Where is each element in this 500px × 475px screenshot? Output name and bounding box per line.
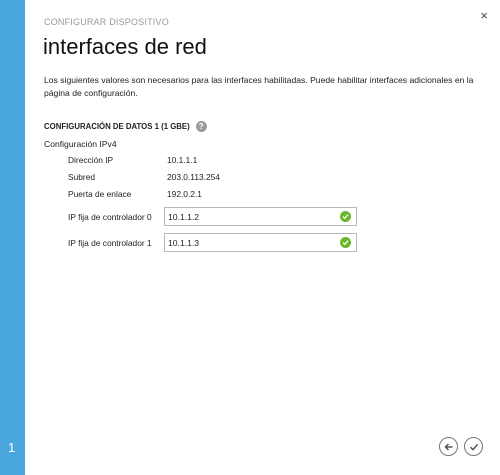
ipv4-subheading: Configuración IPv4	[44, 139, 117, 149]
ip-address-label: Dirección IP	[68, 155, 114, 165]
arrow-left-icon	[443, 442, 452, 451]
checkmark-icon	[469, 443, 478, 451]
gateway-label: Puerta de enlace	[68, 189, 132, 199]
subnet-row: Subred 203.0.113.254	[68, 170, 220, 184]
ip-address-value: 10.1.1.1	[167, 155, 198, 165]
check-icon	[340, 211, 351, 222]
controller1-ip-field[interactable]	[164, 233, 357, 252]
help-icon[interactable]: ?	[195, 121, 207, 132]
subnet-value: 203.0.113.254	[167, 172, 220, 182]
subnet-label: Subred	[68, 172, 96, 182]
controller0-ip-input[interactable]	[168, 210, 328, 223]
page-title: interfaces de red	[43, 34, 207, 59]
controller1-ip-row: IP fija de controlador 1	[68, 233, 357, 252]
controller0-ip-field[interactable]	[164, 207, 357, 226]
controller1-ip-input[interactable]	[168, 236, 328, 249]
wizard-kicker: CONFIGURAR DISPOSITIVO	[44, 17, 169, 27]
controller1-ip-label: IP fija de controlador 1	[68, 237, 152, 248]
gateway-row: Puerta de enlace 192.0.2.1	[68, 187, 202, 201]
step-number: 1	[8, 440, 16, 455]
back-button[interactable]	[439, 437, 458, 456]
section-heading-label: CONFIGURACIÓN DE DATOS 1 (1 GBE)	[44, 122, 190, 131]
close-icon[interactable]: ×	[480, 9, 488, 22]
check-icon	[340, 237, 351, 248]
section-heading: CONFIGURACIÓN DE DATOS 1 (1 GBE) ?	[44, 121, 207, 132]
ip-address-row: Dirección IP 10.1.1.1	[68, 153, 197, 167]
done-button[interactable]	[464, 437, 483, 456]
wizard-step-bar: 1	[0, 0, 25, 475]
controller0-ip-row: IP fija de controlador 0	[68, 207, 357, 226]
controller0-ip-label: IP fija de controlador 0	[68, 211, 152, 222]
page-description: Los siguientes valores son necesarios pa…	[44, 75, 474, 98]
gateway-value: 192.0.2.1	[167, 189, 202, 199]
